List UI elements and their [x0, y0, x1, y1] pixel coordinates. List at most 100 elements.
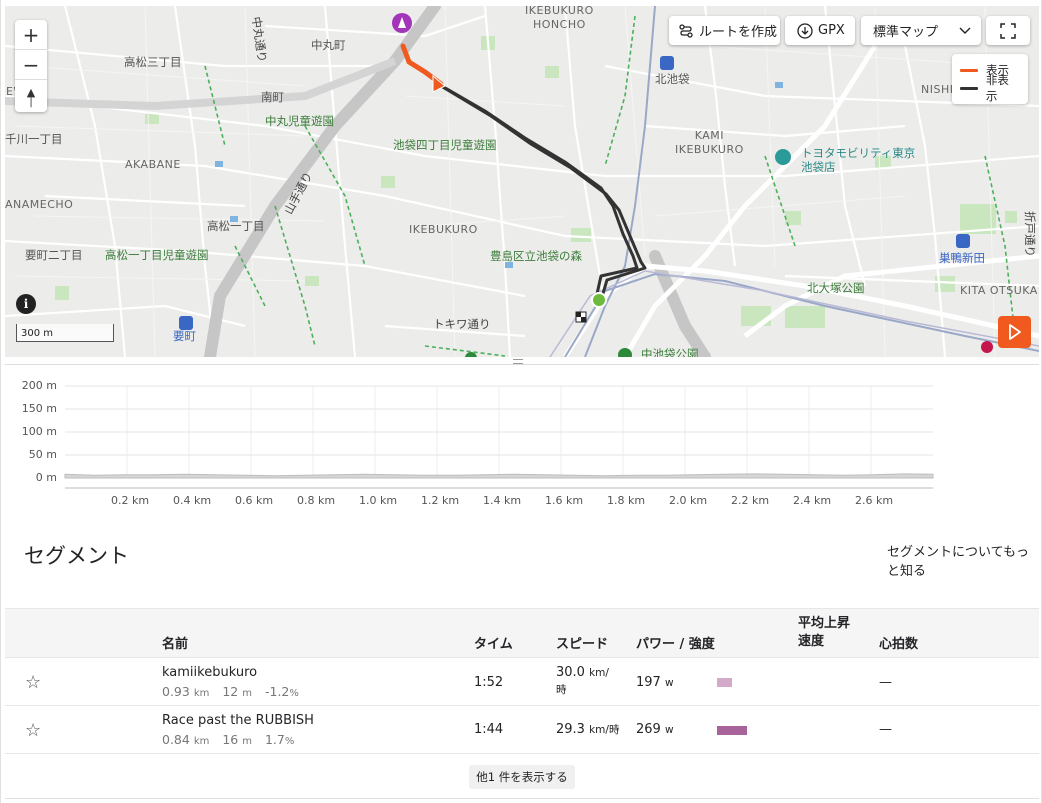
- map-label-tokiwa-dori: トキワ通り: [433, 317, 491, 331]
- segment-heart-rate: —: [879, 675, 892, 690]
- elevation-x-tick: 0.6 km: [235, 494, 274, 507]
- segment-name[interactable]: Race past the RUBBISH: [162, 713, 314, 728]
- legend-swatch-shown: [960, 68, 978, 72]
- zoom-control: + − ▲ |: [15, 20, 47, 112]
- elevation-y-tick: 100 m: [21, 425, 57, 438]
- elevation-x-tick: 1.0 km: [359, 494, 398, 507]
- elevation-x-tick: 2.6 km: [855, 494, 894, 507]
- header-heart-rate[interactable]: 心拍数: [879, 633, 918, 652]
- create-route-label: ルートを作成: [699, 25, 778, 40]
- gpx-download-button[interactable]: GPX: [785, 16, 855, 45]
- map-label-kanamecho-2: 要町二丁目: [25, 248, 83, 262]
- compass-south-icon: |: [29, 96, 33, 108]
- segment-row[interactable]: ☆ kamiikebukuro 0.93 km 12 m -1.2% 1:52 …: [5, 658, 1039, 706]
- map-label-kami-ikebukuro: KAMI IKEBUKURO: [675, 129, 744, 156]
- map-type-select[interactable]: 標準マップ: [861, 16, 981, 45]
- map-label-sugamo-shinden: 巣鴨新田: [939, 251, 985, 265]
- elevation-x-tick: 2.4 km: [793, 494, 832, 507]
- elevation-y-tick: 50 m: [28, 448, 57, 461]
- elevation-x-tick: 1.6 km: [545, 494, 584, 507]
- map-label-akabane: AKABANE: [125, 158, 181, 171]
- map-label-ikebukuro-honcho: IKEBUKURO HONCHO: [525, 6, 594, 31]
- star-icon[interactable]: ☆: [25, 672, 41, 693]
- map-label-orito-dori: 折戸通り: [1023, 211, 1037, 257]
- show-more-segments-button[interactable]: 他1 件を表示する: [469, 765, 575, 789]
- map-label-naka-park: 中池袋公園: [641, 347, 699, 357]
- map-type-value: 標準マップ: [873, 25, 939, 40]
- elevation-y-tick: 0 m: [35, 471, 57, 484]
- segment-speed: 30.0 km/ 時: [556, 665, 609, 696]
- star-icon[interactable]: ☆: [25, 720, 41, 741]
- map-label-toshima-park: 豊島区立池袋の森: [490, 249, 582, 263]
- map-label-kita-otsuka: KITA OTSUKA: [960, 284, 1038, 297]
- map-label-minamicho: 南町: [261, 90, 284, 104]
- play-icon: [1008, 324, 1021, 340]
- header-name[interactable]: 名前: [162, 633, 188, 652]
- map-label-nakamaru-cho: 中丸町: [311, 38, 346, 52]
- header-vam[interactable]: 平均上昇 速度: [798, 615, 850, 651]
- route-icon: [679, 23, 693, 38]
- download-icon: [797, 22, 813, 39]
- elevation-chart: 200 m 150 m 100 m 50 m 0 m 0.2 km 0.4 km 0.6 km…: [1, 376, 1042, 516]
- elevation-x-tick: 1.2 km: [421, 494, 460, 507]
- activity-page: IKEBUKURO HONCHO 中丸通り 中丸町 高松三丁目 南町 EWA 中…: [0, 0, 1042, 803]
- segments-title: セグメント: [24, 544, 129, 568]
- segment-heart-rate: —: [879, 722, 892, 737]
- map-scale: 300 m: [16, 324, 114, 342]
- segment-row[interactable]: ☆ Race past the RUBBISH 0.84 km 16 m 1.7…: [5, 706, 1039, 754]
- segment-power: 197 w: [636, 675, 674, 690]
- route-map[interactable]: IKEBUKURO HONCHO 中丸通り 中丸町 高松三丁目 南町 EWA 中…: [5, 6, 1039, 357]
- map-label-senkawa-1: 千川一丁目: [5, 132, 63, 146]
- map-label-ikebukuro: IKEBUKURO: [409, 223, 478, 236]
- flyby-play-button[interactable]: [998, 316, 1031, 348]
- segment-start-pin: [392, 13, 412, 33]
- elevation-x-tick: 0.8 km: [297, 494, 336, 507]
- elevation-x-tick: 2.0 km: [669, 494, 708, 507]
- segments-table-header: 名前 タイム スピード パワー / 強度 平均上昇 速度 心拍数: [5, 608, 1039, 658]
- zoom-in-button[interactable]: +: [15, 20, 47, 50]
- legend-row-hidden[interactable]: 非表示: [960, 73, 1020, 103]
- elevation-profile-area[interactable]: [64, 473, 934, 479]
- header-power[interactable]: パワー / 強度: [636, 633, 715, 652]
- segment-speed: 29.3 km/時: [556, 722, 620, 737]
- route-legend: 表示 非表示: [952, 54, 1028, 104]
- map-info-icon[interactable]: i: [16, 294, 36, 314]
- map-label-ikebukuro-4-park: 池袋四丁目児童遊園: [393, 138, 497, 152]
- map-label-nakamaru-park: 中丸児童遊園: [265, 114, 334, 128]
- segment-name[interactable]: kamiikebukuro: [162, 665, 257, 680]
- map-label-kanamecho: ANAMECHO: [5, 198, 74, 211]
- legend-swatch-hidden: [960, 86, 978, 90]
- segment-time: 1:52: [474, 675, 504, 690]
- map-label-kanamecho-station: 要町: [173, 329, 196, 343]
- header-time[interactable]: タイム: [474, 633, 513, 652]
- elevation-x-tick: 1.4 km: [483, 494, 522, 507]
- segments-learn-more-link[interactable]: セグメントについてもっと知る: [887, 541, 1041, 579]
- segment-time: 1:44: [474, 722, 504, 737]
- fullscreen-button[interactable]: [986, 16, 1030, 45]
- legend-label-hidden: 非表示: [985, 73, 1009, 103]
- chevron-down-icon: [959, 27, 971, 34]
- map-label-toyota: トヨタモビリティ東京 池袋店: [801, 146, 916, 175]
- finish-marker: [575, 311, 587, 323]
- resize-grip-icon[interactable]: [513, 359, 523, 364]
- map-label-kita-otsuka-park: 北大塚公園: [807, 281, 865, 295]
- elevation-y-tick: 150 m: [21, 402, 57, 415]
- map-label-takamatsu-1-park: 高松一丁目児童遊園: [105, 248, 209, 262]
- create-route-button[interactable]: ルートを作成: [669, 16, 780, 45]
- map-label-nishi: NISHI: [921, 83, 954, 96]
- elevation-x-tick: 1.8 km: [607, 494, 646, 507]
- compass-button[interactable]: ▲ |: [15, 80, 47, 112]
- segment-stats: 0.93 km 12 m -1.2%: [162, 684, 299, 699]
- map-label-kita-ikebukuro: 北池袋: [655, 72, 690, 86]
- elevation-x-tick: 2.2 km: [731, 494, 770, 507]
- elevation-x-tick: 0.2 km: [111, 494, 150, 507]
- intensity-bar: [717, 726, 747, 735]
- header-speed[interactable]: スピード: [556, 633, 608, 652]
- start-marker: [591, 292, 607, 308]
- intensity-bar: [717, 678, 732, 687]
- elevation-y-tick: 200 m: [21, 379, 57, 392]
- segment-stats: 0.84 km 16 m 1.7%: [162, 732, 295, 747]
- map-label-takamatsu-3: 高松三丁目: [124, 55, 182, 69]
- segments-table: 名前 タイム スピード パワー / 強度 平均上昇 速度 心拍数 ☆ kamii…: [5, 608, 1039, 754]
- zoom-out-button[interactable]: −: [15, 50, 47, 80]
